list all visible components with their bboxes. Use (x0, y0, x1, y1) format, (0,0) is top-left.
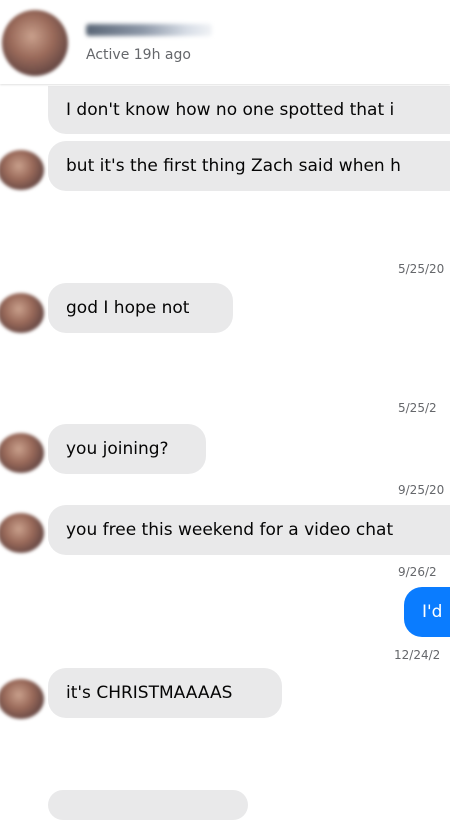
outgoing-message-bubble[interactable]: I'd (404, 587, 450, 637)
message-bubble[interactable]: you free this weekend for a video chat (48, 505, 450, 555)
contact-name-redacted[interactable] (86, 24, 212, 36)
sender-avatar (0, 433, 44, 473)
timestamp: 5/25/2 (398, 401, 437, 415)
timestamp: 9/25/20 (398, 483, 445, 497)
timestamp: 12/24/2 (394, 648, 441, 662)
conversation-header: Active 19h ago (0, 0, 450, 84)
message-bubble[interactable]: but it's the first thing Zach said when … (48, 141, 450, 191)
sender-avatar (0, 679, 44, 719)
sender-avatar (0, 150, 44, 190)
message-bubble[interactable]: I don't know how no one spotted that i (48, 86, 450, 134)
message-bubble[interactable]: god I hope not (48, 283, 233, 333)
timestamp: 9/26/2 (398, 565, 437, 579)
timestamp: 5/25/20 (398, 262, 445, 276)
message-bubble[interactable]: it's CHRISTMAAAAS (48, 668, 282, 718)
message-bubble[interactable]: you joining? (48, 424, 206, 474)
contact-avatar[interactable] (2, 10, 68, 76)
sender-avatar (0, 513, 44, 553)
active-status: Active 19h ago (86, 47, 191, 63)
sender-avatar (0, 293, 44, 333)
message-bubble[interactable] (48, 790, 248, 820)
